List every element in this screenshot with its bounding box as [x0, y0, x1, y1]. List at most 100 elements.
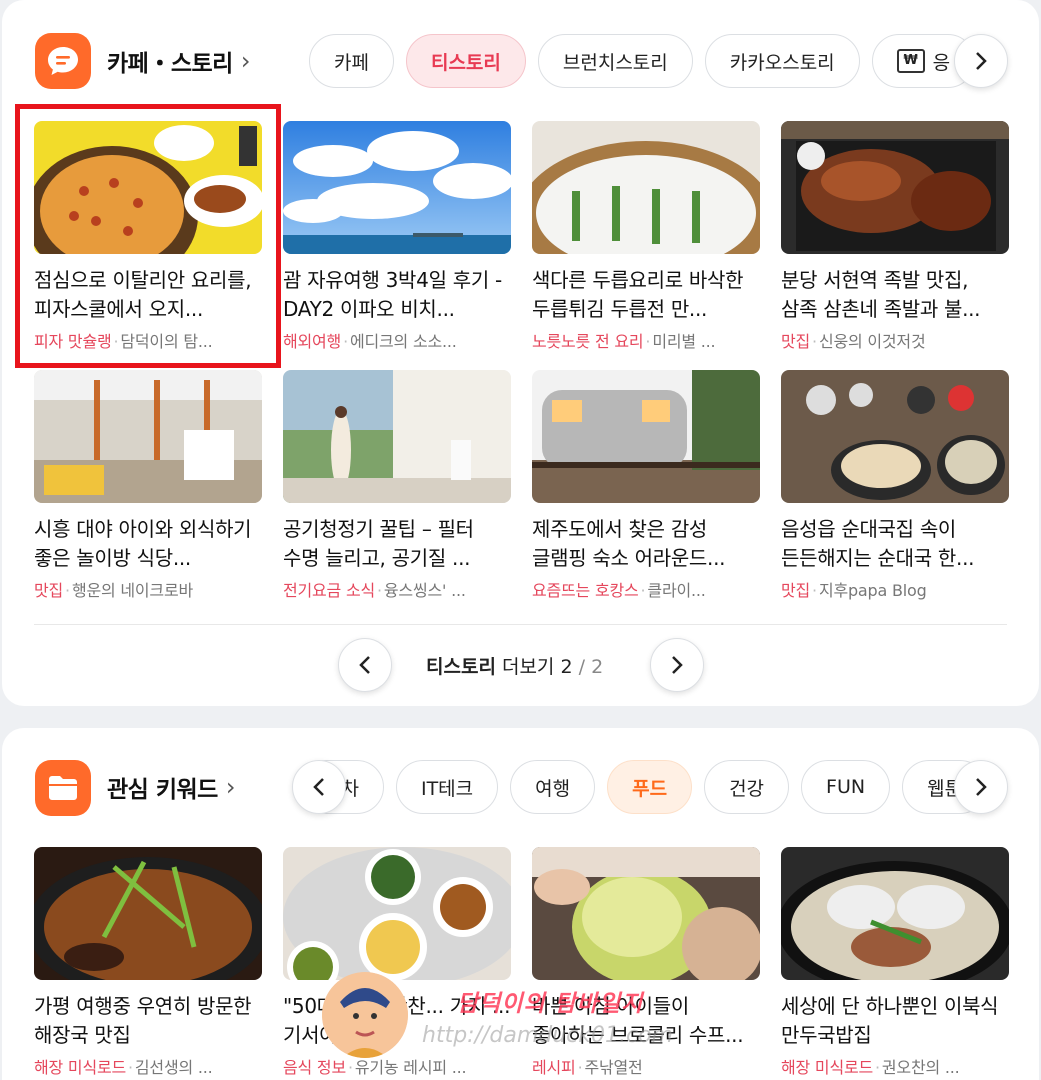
content-card[interactable]: 분당 서현역 족발 맛집, 삼족 삼촌네 족발과 불... 맛집 · 신웅의 이것저것: [781, 121, 1009, 352]
card-source[interactable]: 담덕이의 탐...: [120, 332, 212, 351]
chip-1[interactable]: 티스토리: [405, 34, 526, 88]
section-title[interactable]: 카페・스토리 ›: [107, 44, 250, 78]
content-card[interactable]: 괌 자유여행 3박4일 후기 - DAY2 이파오 비치... 해외여행 · 에디크의…: [283, 121, 511, 352]
chips-next-button[interactable]: [954, 34, 1008, 88]
chip-2[interactable]: 브런치스토리: [537, 34, 693, 88]
chip-3[interactable]: 카카오스토리: [704, 34, 860, 88]
meta-separator: ·: [875, 1058, 880, 1077]
card-source[interactable]: 권오찬의 ...: [882, 1058, 960, 1077]
card-category[interactable]: 맛집: [781, 581, 810, 600]
card-thumbnail[interactable]: [781, 847, 1009, 980]
card-thumbnail[interactable]: [532, 370, 760, 503]
card-grid: 점심으로 이탈리안 요리를, 피자스쿨에서 오지... 피자 맛슐랭 · 담덕이의 탐…: [34, 121, 1009, 601]
content-card[interactable]: 시흥 대야 아이와 외식하기 좋은 놀이방 식당... 맛집 · 행운의 네이크로바: [34, 370, 262, 601]
card-thumbnail[interactable]: [781, 370, 1009, 503]
card-category[interactable]: 해장 미식로드: [781, 1058, 873, 1077]
card-title[interactable]: 괌 자유여행 3박4일 후기 - DAY2 이파오 비치...: [283, 266, 511, 324]
card-thumbnail[interactable]: [34, 370, 262, 503]
card-title[interactable]: 제주도에서 찾은 감성 글램핑 숙소 어라운드...: [532, 515, 760, 573]
pager-label[interactable]: 티스토리 더보기 2 / 2: [426, 652, 603, 679]
card-title[interactable]: 분당 서현역 족발 맛집, 삼족 삼촌네 족발과 불...: [781, 266, 1009, 324]
meta-separator: ·: [645, 332, 651, 351]
chips-prev-button[interactable]: [292, 760, 346, 814]
meta-separator: ·: [343, 332, 348, 351]
meta-separator: ·: [65, 581, 70, 600]
meta-separator: ·: [812, 581, 817, 600]
meta-separator: ·: [377, 581, 382, 600]
divider: [34, 624, 1007, 625]
chip-label: 푸드: [632, 777, 668, 800]
card-title[interactable]: 세상에 단 하나뿐인 이북식 만두국밥집: [781, 992, 1009, 1050]
card-source[interactable]: 신웅의 이것저것: [819, 332, 926, 351]
card-thumbnail[interactable]: [532, 121, 760, 254]
card-meta: 맛집 · 지후papa Blog: [781, 577, 1009, 601]
chevron-right-icon: ›: [225, 773, 236, 801]
card-source[interactable]: 행운의 네이크로바: [72, 581, 193, 600]
card-meta: 피자 맛슐랭 · 담덕이의 탐...: [34, 328, 262, 352]
card-thumbnail[interactable]: [34, 121, 262, 254]
card-meta: 맛집 · 신웅의 이것저것: [781, 328, 1009, 352]
card-thumbnail[interactable]: [283, 847, 511, 980]
won-icon: ₩: [896, 49, 925, 73]
section-header: 관심 키워드 › 동차IT테크여행푸드건강FUN웹툰: [2, 750, 1039, 820]
card-category[interactable]: 전기요금 소식: [283, 581, 375, 600]
card-source[interactable]: 미리별 ...: [652, 332, 715, 351]
card-meta: 해장 미식로드 · 김선생의 ...: [34, 1054, 262, 1078]
blog-watermark: 담덕이의 탐바일지 http://damduck01.com: [322, 970, 732, 1080]
content-card[interactable]: 색다른 두릅요리로 바삭한 두릅튀김 두릅전 만... 노릇노릇 전 요리 · 미리별…: [532, 121, 760, 352]
section-header: 카페・스토리 › 카페 티스토리 브런치스토리 카카오스토리 ₩ 응: [2, 20, 1039, 90]
card-thumbnail[interactable]: [34, 847, 262, 980]
card-source[interactable]: 클라이...: [647, 581, 705, 600]
content-card[interactable]: 가평 여행중 우연히 방문한 해장국 맛집해장 미식로드 · 김선생의 ...: [34, 847, 262, 1078]
card-title[interactable]: 공기청정기 꿀팁 – 필터 수명 늘리고, 공기질 ...: [283, 515, 511, 573]
chip-0[interactable]: 카페: [309, 34, 394, 88]
card-category[interactable]: 맛집: [781, 332, 810, 351]
card-thumbnail[interactable]: [283, 370, 511, 503]
prev-page-button[interactable]: [338, 638, 392, 692]
cafe-story-panel: 카페・스토리 › 카페 티스토리 브런치스토리 카카오스토리 ₩ 응 점심으로 이탈리안 …: [2, 0, 1039, 706]
chips-next-button[interactable]: [954, 760, 1008, 814]
chip-label: 응: [932, 51, 951, 74]
chip-label: 카페: [334, 51, 369, 74]
content-card[interactable]: 세상에 단 하나뿐인 이북식 만두국밥집해장 미식로드 · 권오찬의 ...: [781, 847, 1009, 1078]
card-title[interactable]: 색다른 두릅요리로 바삭한 두릅튀김 두릅전 만...: [532, 266, 760, 324]
card-meta: 해장 미식로드 · 권오찬의 ...: [781, 1054, 1009, 1078]
card-source[interactable]: 지후papa Blog: [819, 581, 927, 600]
chevron-right-icon: [976, 778, 987, 796]
avatar: [322, 972, 408, 1058]
card-thumbnail[interactable]: [532, 847, 760, 980]
chip-4[interactable]: 건강: [704, 760, 790, 814]
watermark-title: 담덕이의 탐바일지: [457, 990, 644, 1017]
next-page-button[interactable]: [650, 638, 704, 692]
card-category[interactable]: 해장 미식로드: [34, 1058, 126, 1077]
content-card[interactable]: 제주도에서 찾은 감성 글램핑 숙소 어라운드... 요즘뜨는 호캉스 · 클라이..…: [532, 370, 760, 601]
pager-total: 2: [591, 656, 604, 678]
card-title[interactable]: 가평 여행중 우연히 방문한 해장국 맛집: [34, 992, 262, 1050]
card-source[interactable]: 김선생의 ...: [135, 1058, 213, 1077]
card-category[interactable]: 요즘뜨는 호캉스: [532, 581, 639, 600]
chip-1[interactable]: IT테크: [395, 760, 499, 814]
meta-separator: ·: [128, 1058, 133, 1077]
card-category[interactable]: 맛집: [34, 581, 63, 600]
card-meta: 해외여행 · 에디크의 소소...: [283, 328, 511, 352]
content-card[interactable]: 공기청정기 꿀팁 – 필터 수명 늘리고, 공기질 ... 전기요금 소식 · 융스씽…: [283, 370, 511, 601]
section-title[interactable]: 관심 키워드 ›: [107, 770, 235, 804]
card-category[interactable]: 해외여행: [283, 332, 341, 351]
chevron-right-icon: [976, 52, 987, 70]
chip-5[interactable]: FUN: [801, 760, 891, 814]
card-title[interactable]: 음성읍 순대국집 속이 든든해지는 순대국 한...: [781, 515, 1009, 573]
card-category[interactable]: 피자 맛슐랭: [34, 332, 112, 351]
card-source[interactable]: 융스씽스' ...: [384, 581, 466, 600]
content-card[interactable]: 음성읍 순대국집 속이 든든해지는 순대국 한... 맛집 · 지후papa Blog: [781, 370, 1009, 601]
card-category[interactable]: 노릇노릇 전 요리: [532, 332, 644, 351]
chevron-right-icon: ›: [240, 47, 251, 75]
card-source[interactable]: 에디크의 소소...: [350, 332, 457, 351]
pager: 티스토리 더보기 2 / 2: [2, 638, 1039, 692]
card-title[interactable]: 시흥 대야 아이와 외식하기 좋은 놀이방 식당...: [34, 515, 262, 573]
chip-2[interactable]: 여행: [510, 760, 596, 814]
content-card[interactable]: 점심으로 이탈리안 요리를, 피자스쿨에서 오지... 피자 맛슐랭 · 담덕이의 탐…: [34, 121, 262, 352]
chip-3[interactable]: 푸드: [607, 760, 693, 814]
card-thumbnail[interactable]: [283, 121, 511, 254]
card-title[interactable]: 점심으로 이탈리안 요리를, 피자스쿨에서 오지...: [34, 266, 262, 324]
card-thumbnail[interactable]: [781, 121, 1009, 254]
